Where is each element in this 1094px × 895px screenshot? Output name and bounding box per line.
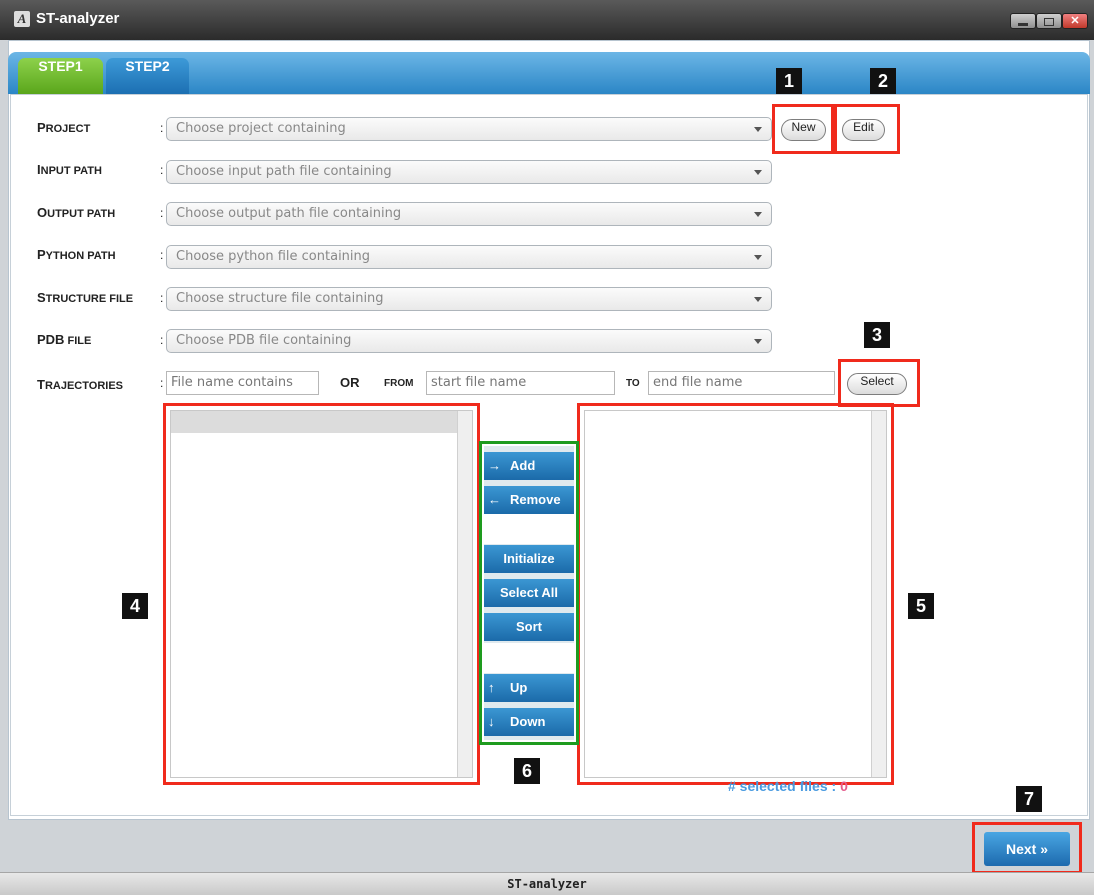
callout-box-7 <box>972 822 1082 874</box>
trajectories-label: TRAJECTORIES <box>37 377 123 392</box>
file-name-contains-input[interactable]: File name contains <box>166 371 319 395</box>
output-path-select[interactable]: Choose output path file containing <box>166 202 772 226</box>
maximize-button[interactable] <box>1036 13 1062 29</box>
selected-files-count: # selected files : 0 <box>728 778 848 794</box>
start-file-name-input[interactable]: start file name <box>426 371 615 395</box>
callout-badge-6: 6 <box>514 758 540 784</box>
output-path-colon: : <box>160 206 164 220</box>
callout-badge-7: 7 <box>1016 786 1042 812</box>
tab-step1[interactable]: STEP1 <box>18 58 103 94</box>
python-path-select[interactable]: Choose python file containing <box>166 245 772 269</box>
minimize-button[interactable] <box>1010 13 1036 29</box>
callout-box-5 <box>577 403 894 785</box>
python-path-placeholder: Choose python file containing <box>176 249 371 264</box>
selected-files-label: # selected files : <box>728 778 841 794</box>
callout-box-3 <box>838 359 920 407</box>
from-label: FROM <box>384 378 414 389</box>
to-label: TO <box>626 378 640 389</box>
structure-file-colon: : <box>160 291 164 305</box>
chevron-down-icon <box>754 212 762 217</box>
callout-badge-5: 5 <box>908 593 934 619</box>
chevron-down-icon <box>754 339 762 344</box>
callout-badge-2: 2 <box>870 68 896 94</box>
selected-files-number: 0 <box>840 778 848 794</box>
status-bar: ST-analyzer <box>0 872 1094 895</box>
title-bar <box>0 0 1094 40</box>
pdb-file-select[interactable]: Choose PDB file containing <box>166 329 772 353</box>
callout-box-2 <box>834 104 900 154</box>
structure-file-label: STRUCTURE FILE <box>37 290 134 305</box>
callout-box-1 <box>772 104 834 154</box>
callout-badge-1: 1 <box>776 68 802 94</box>
input-path-colon: : <box>160 163 164 177</box>
input-path-label: INPUT PATH <box>37 162 102 177</box>
app-logo-icon: A <box>14 11 30 27</box>
structure-file-placeholder: Choose structure file containing <box>176 291 384 306</box>
close-button[interactable]: ✕ <box>1062 13 1088 29</box>
tab-step2[interactable]: STEP2 <box>106 58 189 94</box>
project-placeholder: Choose project containing <box>176 121 346 136</box>
project-select[interactable]: Choose project containing <box>166 117 772 141</box>
window-title: ST-analyzer <box>36 10 120 27</box>
end-file-name-input[interactable]: end file name <box>648 371 835 395</box>
chevron-down-icon <box>754 255 762 260</box>
structure-file-select[interactable]: Choose structure file containing <box>166 287 772 311</box>
trajectories-colon: : <box>160 376 164 390</box>
callout-badge-3: 3 <box>864 322 890 348</box>
callout-box-4 <box>163 403 480 785</box>
project-colon: : <box>160 121 164 135</box>
chevron-down-icon <box>754 297 762 302</box>
callout-badge-4: 4 <box>122 593 148 619</box>
pdb-file-colon: : <box>160 333 164 347</box>
pdb-file-label: PDB FILE <box>37 332 92 347</box>
input-path-select[interactable]: Choose input path file containing <box>166 160 772 184</box>
project-label: PROJECT <box>37 120 91 135</box>
pdb-file-placeholder: Choose PDB file containing <box>176 333 352 348</box>
output-path-placeholder: Choose output path file containing <box>176 206 402 221</box>
chevron-down-icon <box>754 170 762 175</box>
output-path-label: OUTPUT PATH <box>37 205 116 220</box>
or-label: OR <box>340 375 360 390</box>
python-path-label: PYTHON PATH <box>37 247 116 262</box>
callout-box-6 <box>479 441 579 745</box>
chevron-down-icon <box>754 127 762 132</box>
input-path-placeholder: Choose input path file containing <box>176 164 392 179</box>
python-path-colon: : <box>160 248 164 262</box>
